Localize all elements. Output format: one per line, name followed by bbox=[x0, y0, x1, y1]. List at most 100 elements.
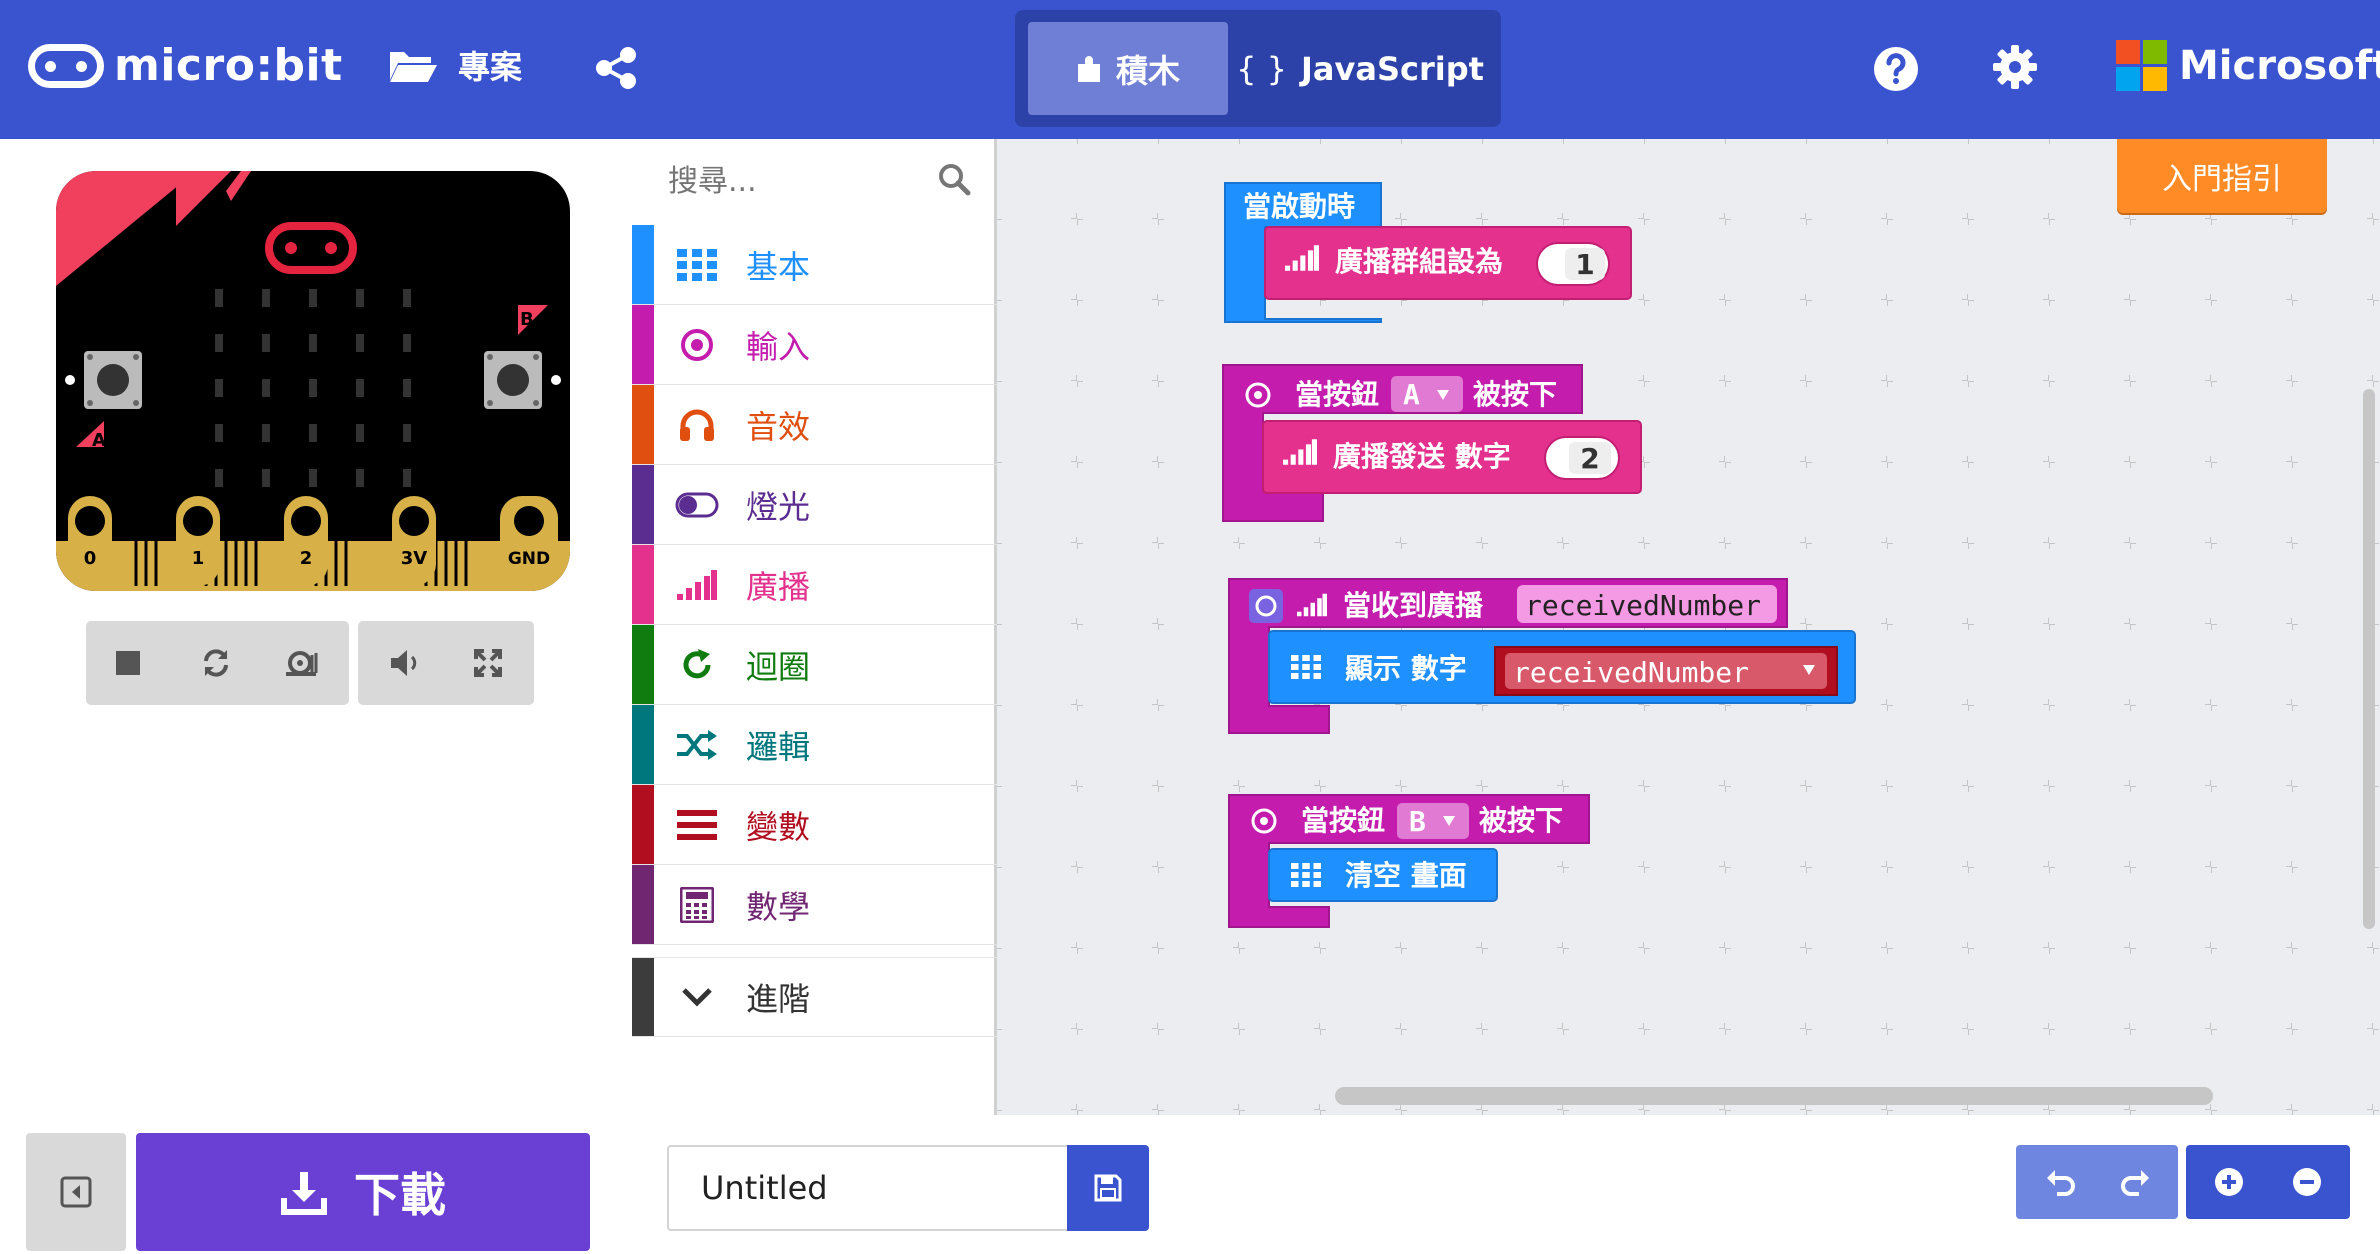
tab-javascript[interactable]: { } JavaScript bbox=[1235, 22, 1485, 115]
blocks-canvas: 當啟動時 廣播群組設為 1 當按鈕 A 被按下 廣播發送 數字 2 當收到廣播 … bbox=[1222, 182, 2380, 928]
set-group-block[interactable]: 廣播群組設為 1 bbox=[1264, 226, 2380, 300]
headphones-icon bbox=[674, 402, 720, 448]
on-radio-received-block[interactable]: 當收到廣播 receivedNumber 顯示 數字 receivedNumbe… bbox=[1228, 578, 1856, 734]
svg-text:3V: 3V bbox=[401, 548, 428, 569]
category-led[interactable]: 燈光 bbox=[632, 465, 997, 545]
slow-motion-button[interactable] bbox=[280, 641, 324, 685]
search-input[interactable] bbox=[668, 157, 928, 205]
blocks-workspace[interactable]: 入門指引 當啟動時 廣播群組設為 1 當按鈕 A 被按下 廣播發送 數字 2 當… bbox=[997, 139, 2380, 1115]
svg-text:2: 2 bbox=[1580, 442, 1599, 475]
category-input[interactable]: 輸入 bbox=[632, 305, 997, 385]
svg-text:被按下: 被按下 bbox=[1479, 804, 1563, 837]
svg-text:0: 0 bbox=[84, 548, 97, 569]
svg-text:當收到廣播: 當收到廣播 bbox=[1343, 589, 1484, 622]
category-label: 迴圈 bbox=[746, 647, 811, 686]
category-logic[interactable]: 邏輯 bbox=[632, 705, 997, 785]
pin-1[interactable]: 1 bbox=[176, 496, 220, 586]
svg-text:GND: GND bbox=[508, 549, 550, 569]
svg-text:被按下: 被按下 bbox=[1473, 378, 1557, 411]
category-label: 基本 bbox=[746, 247, 811, 286]
grid-icon bbox=[674, 242, 720, 288]
loop-icon bbox=[674, 642, 720, 688]
category-label: 邏輯 bbox=[746, 727, 811, 766]
download-icon bbox=[281, 1172, 327, 1215]
category-basic[interactable]: 基本 bbox=[632, 225, 997, 305]
zoom-in-icon bbox=[2215, 1168, 2243, 1196]
category-label: 音效 bbox=[746, 407, 811, 446]
vertical-scrollbar[interactable] bbox=[2363, 389, 2375, 929]
svg-text:A: A bbox=[1403, 378, 1420, 411]
microsoft-label: Microsoft bbox=[2179, 42, 2380, 89]
category-radio[interactable]: 廣播 bbox=[632, 545, 997, 625]
svg-text:1: 1 bbox=[1575, 248, 1594, 281]
on-button-a-block[interactable]: 當按鈕 A 被按下 廣播發送 數字 2 bbox=[1222, 364, 1642, 522]
shuffle-icon bbox=[674, 722, 720, 768]
microbit-board[interactable]: A B 0 1 2 3V GND bbox=[56, 171, 570, 591]
category-label: 數學 bbox=[746, 887, 811, 926]
restart-button[interactable] bbox=[194, 641, 238, 685]
received-number-param[interactable]: receivedNumber bbox=[1517, 585, 1777, 623]
redo-button[interactable] bbox=[2112, 1159, 2158, 1205]
svg-text:顯示 數字: 顯示 數字 bbox=[1345, 652, 1467, 685]
pin-3v[interactable]: 3V bbox=[392, 496, 436, 586]
undo-button[interactable] bbox=[2038, 1159, 2084, 1205]
list-icon bbox=[674, 802, 720, 848]
svg-text:B: B bbox=[520, 309, 534, 330]
signal-icon bbox=[674, 562, 720, 608]
help-icon[interactable] bbox=[1873, 46, 1919, 92]
brand-name: micro:bit bbox=[114, 40, 343, 91]
collapse-simulator-button[interactable] bbox=[26, 1133, 126, 1251]
search-icon[interactable] bbox=[936, 161, 972, 197]
zoom-in-button[interactable] bbox=[2206, 1159, 2252, 1205]
pin-0[interactable]: 0 bbox=[68, 496, 112, 586]
button-a-dropdown[interactable]: A bbox=[1391, 376, 1463, 412]
tab-blocks[interactable]: 積木 bbox=[1028, 22, 1228, 115]
download-button[interactable]: 下載 bbox=[136, 1133, 590, 1251]
projects-button[interactable]: 專案 bbox=[388, 42, 522, 88]
svg-text:當啟動時: 當啟動時 bbox=[1243, 190, 1355, 223]
project-name-input[interactable] bbox=[667, 1145, 1067, 1231]
braces-icon: { } bbox=[1236, 49, 1287, 88]
radio-send-number-block[interactable]: 廣播發送 數字 2 bbox=[1262, 420, 1642, 494]
mute-button[interactable] bbox=[384, 641, 428, 685]
calculator-icon bbox=[674, 882, 720, 928]
zoom-out-button[interactable] bbox=[2284, 1159, 2330, 1205]
category-label: 輸入 bbox=[746, 327, 811, 366]
category-advanced[interactable]: 進階 bbox=[632, 957, 997, 1037]
microsoft-squares-icon bbox=[2116, 40, 2167, 91]
svg-text:清空 畫面: 清空 畫面 bbox=[1345, 859, 1467, 892]
svg-text:2: 2 bbox=[300, 548, 313, 569]
footer: 下載 bbox=[0, 1115, 2380, 1254]
redo-icon bbox=[2121, 1170, 2149, 1196]
gear-icon[interactable] bbox=[1992, 44, 2038, 90]
category-label: 燈光 bbox=[746, 487, 811, 526]
svg-text:廣播發送 數字: 廣播發送 數字 bbox=[1333, 440, 1511, 473]
stop-button[interactable] bbox=[106, 641, 150, 685]
collapse-icon bbox=[60, 1176, 92, 1208]
button-b-dropdown[interactable]: B bbox=[1397, 803, 1469, 839]
save-icon bbox=[1094, 1174, 1122, 1202]
received-number-variable[interactable]: receivedNumber bbox=[1494, 646, 1838, 696]
download-label: 下載 bbox=[354, 1168, 446, 1222]
clear-screen-block[interactable]: 清空 畫面 bbox=[1268, 848, 1498, 902]
horizontal-scrollbar[interactable] bbox=[1335, 1087, 2213, 1105]
category-variables[interactable]: 變數 bbox=[632, 785, 997, 865]
folder-open-icon bbox=[390, 52, 437, 82]
toolbox-search bbox=[632, 139, 997, 223]
on-button-b-block[interactable]: 當按鈕 B 被按下 清空 畫面 bbox=[1228, 794, 1590, 928]
microsoft-logo[interactable]: Microsoft bbox=[2116, 40, 2380, 91]
show-number-block[interactable]: 顯示 數字 receivedNumber bbox=[1268, 630, 1856, 704]
on-start-block[interactable]: 當啟動時 廣播群組設為 1 bbox=[1224, 182, 2380, 323]
category-loops[interactable]: 迴圈 bbox=[632, 625, 997, 705]
category-math[interactable]: 數學 bbox=[632, 865, 997, 945]
share-icon[interactable] bbox=[592, 44, 640, 92]
fullscreen-button[interactable] bbox=[466, 641, 510, 685]
zoom-out-icon bbox=[2293, 1168, 2321, 1196]
svg-text:A: A bbox=[92, 430, 106, 451]
microbit-logo[interactable]: micro:bit bbox=[28, 40, 343, 91]
pin-gnd[interactable]: GND bbox=[500, 496, 558, 586]
pin-2[interactable]: 2 bbox=[284, 496, 328, 586]
save-button[interactable] bbox=[1067, 1145, 1149, 1231]
category-music[interactable]: 音效 bbox=[632, 385, 997, 465]
snail-icon bbox=[286, 651, 318, 676]
